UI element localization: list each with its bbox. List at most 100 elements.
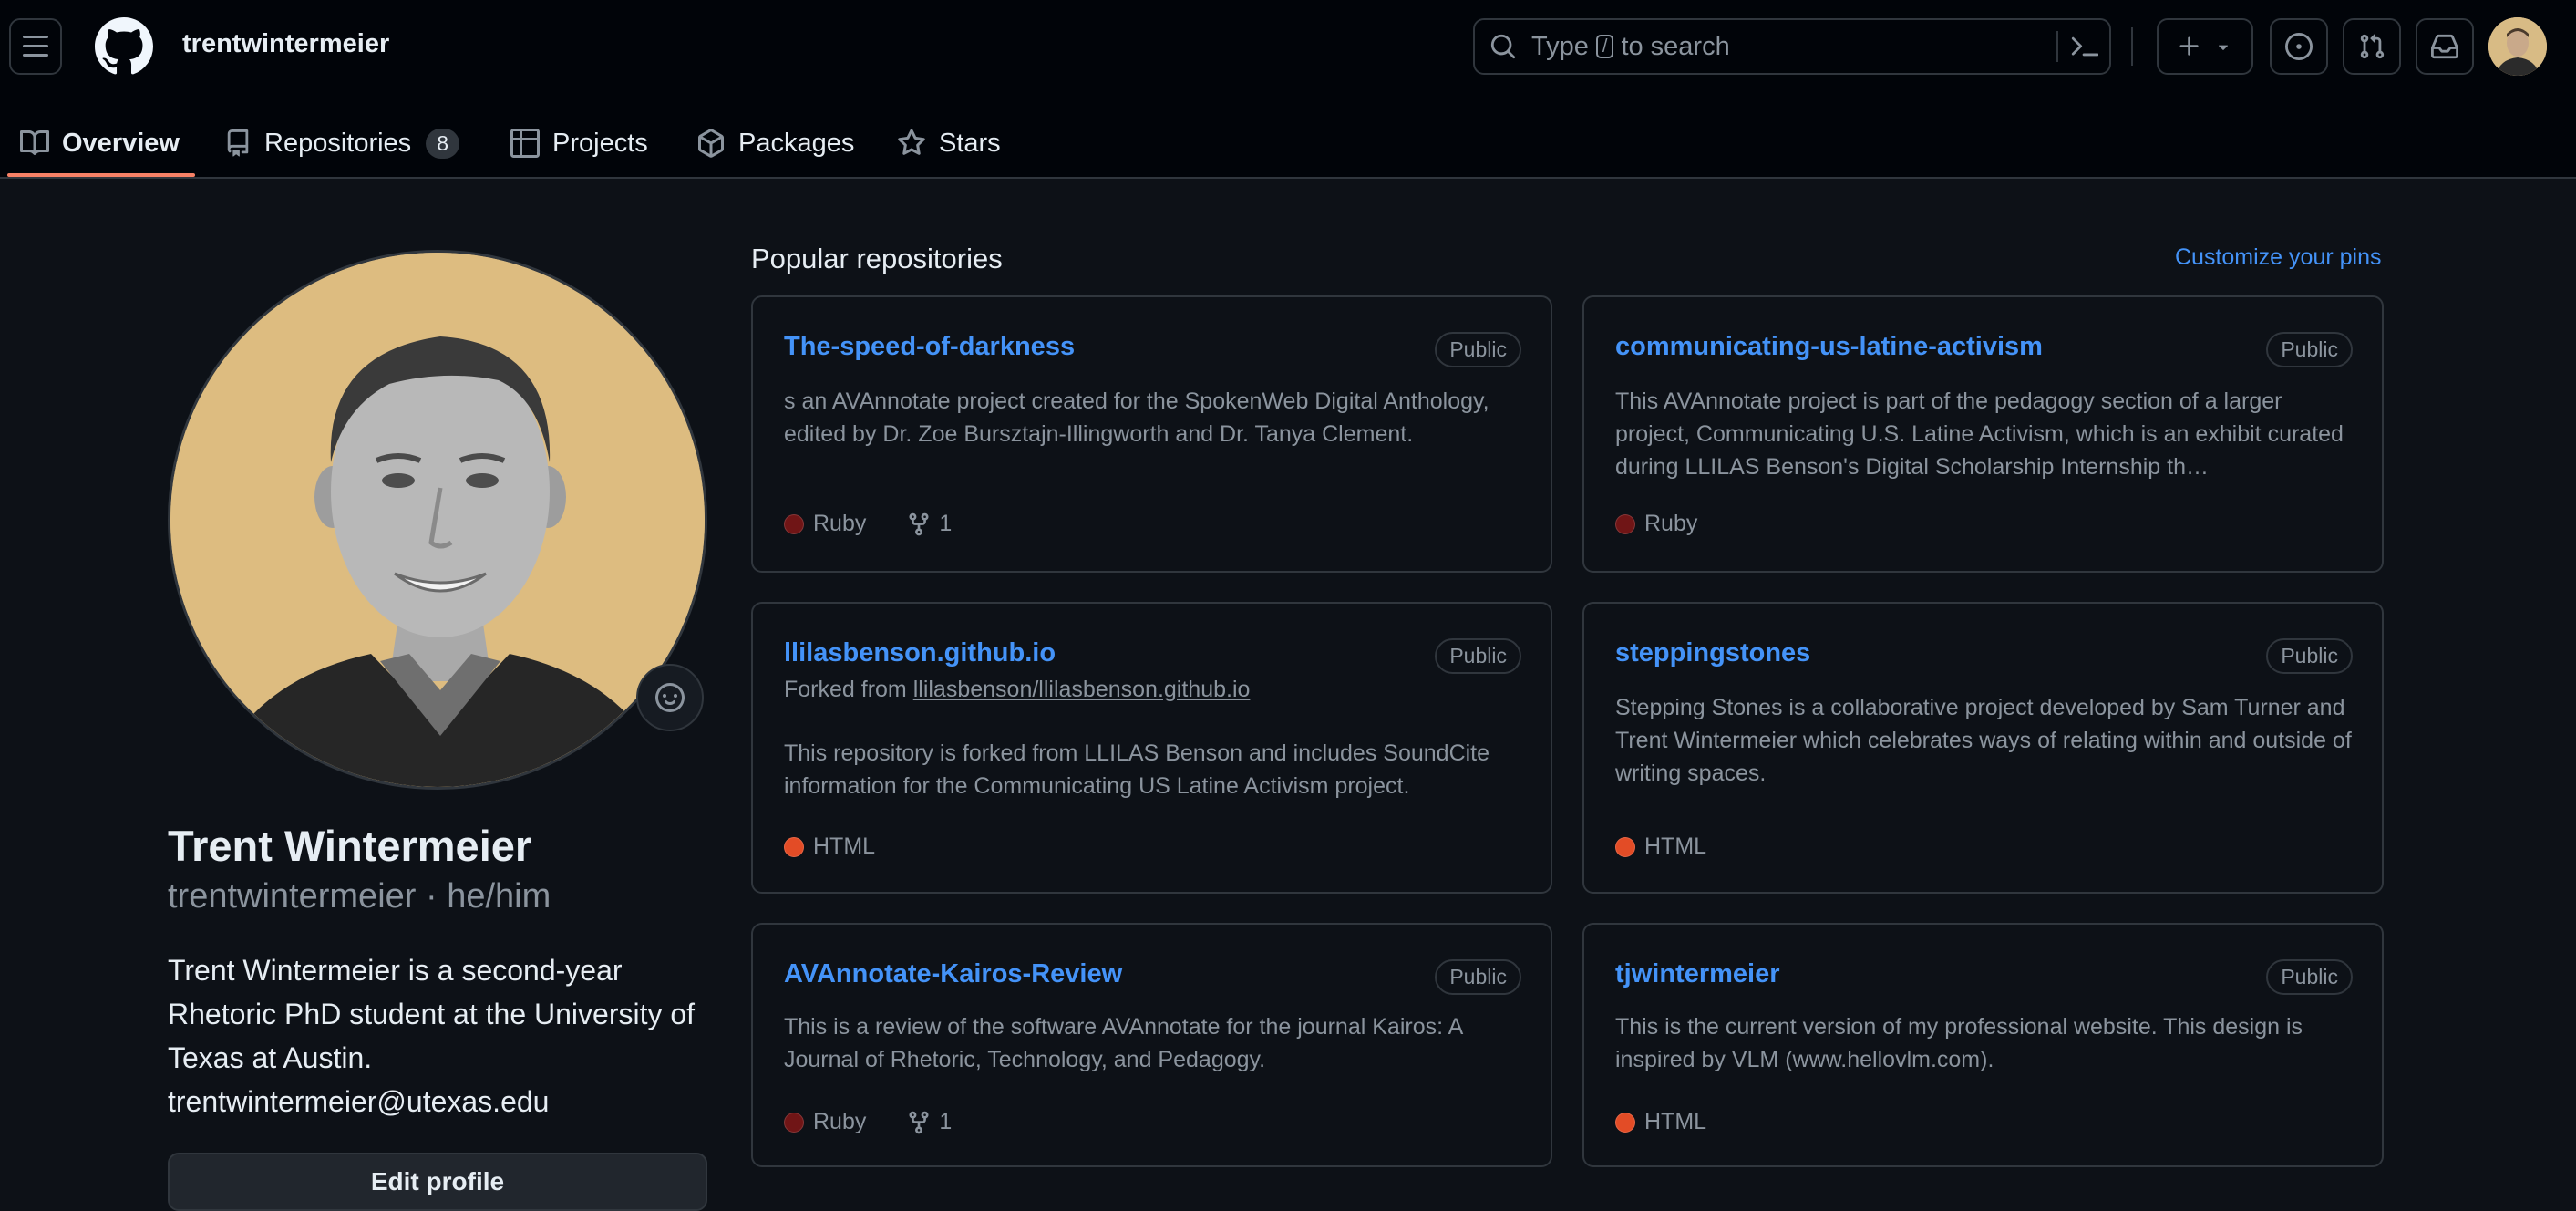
search-suffix: to search (1621, 31, 1730, 61)
inbox-button[interactable] (2416, 18, 2474, 75)
visibility-badge: Public (2266, 638, 2353, 674)
profile-photo-icon (170, 253, 705, 787)
repositories-count-badge: 8 (426, 128, 459, 159)
tab-packages[interactable]: Packages (696, 109, 854, 177)
search-prefix: Type (1531, 31, 1589, 61)
star-icon (898, 129, 925, 155)
terminal-icon (2071, 36, 2098, 57)
repo-icon (227, 129, 249, 157)
command-palette-button[interactable] (2056, 31, 2098, 62)
repo-description: This AVAnnotate project is part of the p… (1615, 388, 2344, 480)
book-icon (20, 129, 49, 155)
language-color-icon (784, 836, 804, 857)
repo-name-link[interactable]: llilasbenson.github.io (784, 638, 1056, 668)
repo-name-link[interactable]: communicating-us-latine-activism (1615, 332, 2043, 362)
issue-opened-icon (2285, 33, 2313, 60)
tab-label: Overview (62, 128, 180, 158)
search-placeholder: Type / to search (1531, 32, 1730, 62)
language-color-icon (784, 513, 804, 534)
table-icon (510, 129, 540, 158)
repo-card: AVAnnotate-Kairos-Review Public This is … (751, 923, 1552, 1167)
header-divider (2131, 27, 2133, 66)
visibility-badge: Public (1435, 959, 1521, 995)
visibility-badge: Public (2266, 332, 2353, 367)
visibility-badge: Public (2266, 959, 2353, 995)
issues-button[interactable] (2270, 18, 2328, 75)
repo-language: HTML (1644, 1109, 1707, 1134)
language-color-icon (784, 1112, 804, 1133)
repo-description: This is a review of the software AVAnnot… (784, 1014, 1462, 1072)
repo-forked-icon (909, 1111, 929, 1133)
set-status-button[interactable] (636, 664, 704, 731)
repo-name-link[interactable]: steppingstones (1615, 638, 1810, 668)
forks-count: 1 (939, 1109, 953, 1134)
tab-label: Stars (939, 128, 1001, 158)
repo-name-link[interactable]: tjwintermeier (1615, 959, 1780, 989)
repo-description: Stepping Stones is a collaborative proje… (1615, 695, 2352, 786)
repo-language: HTML (1644, 833, 1707, 859)
profile-avatar[interactable] (168, 250, 707, 790)
repo-meta: HTML (1615, 833, 1706, 860)
repo-description: This is the current version of my profes… (1615, 1014, 2303, 1072)
forked-from-label: Forked from (784, 677, 907, 702)
repo-forked-icon (909, 512, 929, 535)
repo-card: llilasbenson.github.io Public Forked fro… (751, 602, 1552, 894)
repo-language: HTML (813, 833, 876, 859)
tab-stars[interactable]: Stars (897, 109, 1001, 177)
repo-language: Ruby (813, 1109, 867, 1134)
forks-link[interactable]: 1 (906, 1109, 952, 1135)
popular-repositories-title: Popular repositories (751, 243, 1003, 274)
repo-meta: Ruby 1 (784, 511, 952, 537)
repo-language: Ruby (1644, 511, 1698, 536)
tab-label: Packages (738, 128, 855, 158)
repo-name-link[interactable]: AVAnnotate-Kairos-Review (784, 959, 1122, 989)
header-username[interactable]: trentwintermeier (182, 29, 389, 59)
plus-icon (2179, 36, 2199, 56)
forks-count: 1 (939, 511, 953, 536)
profile-handle: trentwintermeier · he/him (168, 877, 551, 916)
menu-button[interactable] (9, 18, 62, 75)
fork-source-link[interactable]: llilasbenson/llilasbenson.github.io (913, 677, 1251, 702)
tab-overview[interactable]: Overview (20, 109, 180, 177)
github-logo-icon[interactable] (95, 17, 153, 76)
language-color-icon (1615, 1112, 1635, 1133)
search-input[interactable]: Type / to search (1473, 18, 2111, 75)
repo-meta: HTML (784, 833, 875, 860)
user-avatar[interactable] (2488, 17, 2547, 76)
hamburger-icon (23, 36, 48, 57)
triangle-down-icon (2218, 45, 2229, 50)
tab-label: Repositories (264, 128, 412, 158)
visibility-badge: Public (1435, 638, 1521, 674)
repo-description: This repository is forked from LLILAS Be… (784, 740, 1490, 799)
package-icon (698, 129, 724, 158)
forked-from-note: Forked from llilasbenson/llilasbenson.gi… (784, 677, 1250, 703)
pull-requests-button[interactable] (2343, 18, 2401, 75)
repo-card: communicating-us-latine-activism Public … (1582, 295, 2384, 573)
repo-meta: Ruby 1 (784, 1109, 952, 1135)
tab-projects[interactable]: Projects (510, 109, 648, 177)
repo-language: Ruby (813, 511, 867, 536)
repo-description: s an AVAnnotate project created for the … (784, 388, 1489, 447)
inbox-icon (2431, 34, 2458, 59)
user-portrait-icon (2488, 17, 2547, 76)
repo-meta: HTML (1615, 1109, 1706, 1135)
smiley-icon (655, 683, 685, 712)
profile-full-name: Trent Wintermeier (168, 822, 532, 870)
repo-meta: Ruby (1615, 511, 1697, 537)
repo-card: The-speed-of-darkness Public s an AVAnno… (751, 295, 1552, 573)
visibility-badge: Public (1435, 332, 1521, 367)
active-tab-indicator (7, 173, 195, 177)
repo-name-link[interactable]: The-speed-of-darkness (784, 332, 1075, 362)
profile-bio: Trent Wintermeier is a second-year Rheto… (168, 954, 696, 1118)
customize-pins-link[interactable]: Customize your pins (2175, 244, 2381, 271)
create-new-button[interactable] (2157, 18, 2253, 75)
tab-repositories[interactable]: Repositories 8 (224, 109, 459, 177)
language-color-icon (1615, 836, 1635, 857)
global-header: trentwintermeier Type / to search Overvi… (0, 0, 2576, 179)
edit-profile-button[interactable]: Edit profile (168, 1153, 707, 1211)
profile-login: trentwintermeier (168, 877, 417, 916)
repo-card: steppingstones Public Stepping Stones is… (1582, 602, 2384, 894)
search-icon (1490, 34, 1516, 59)
repo-card: tjwintermeier Public This is the current… (1582, 923, 2384, 1167)
forks-link[interactable]: 1 (906, 511, 952, 537)
